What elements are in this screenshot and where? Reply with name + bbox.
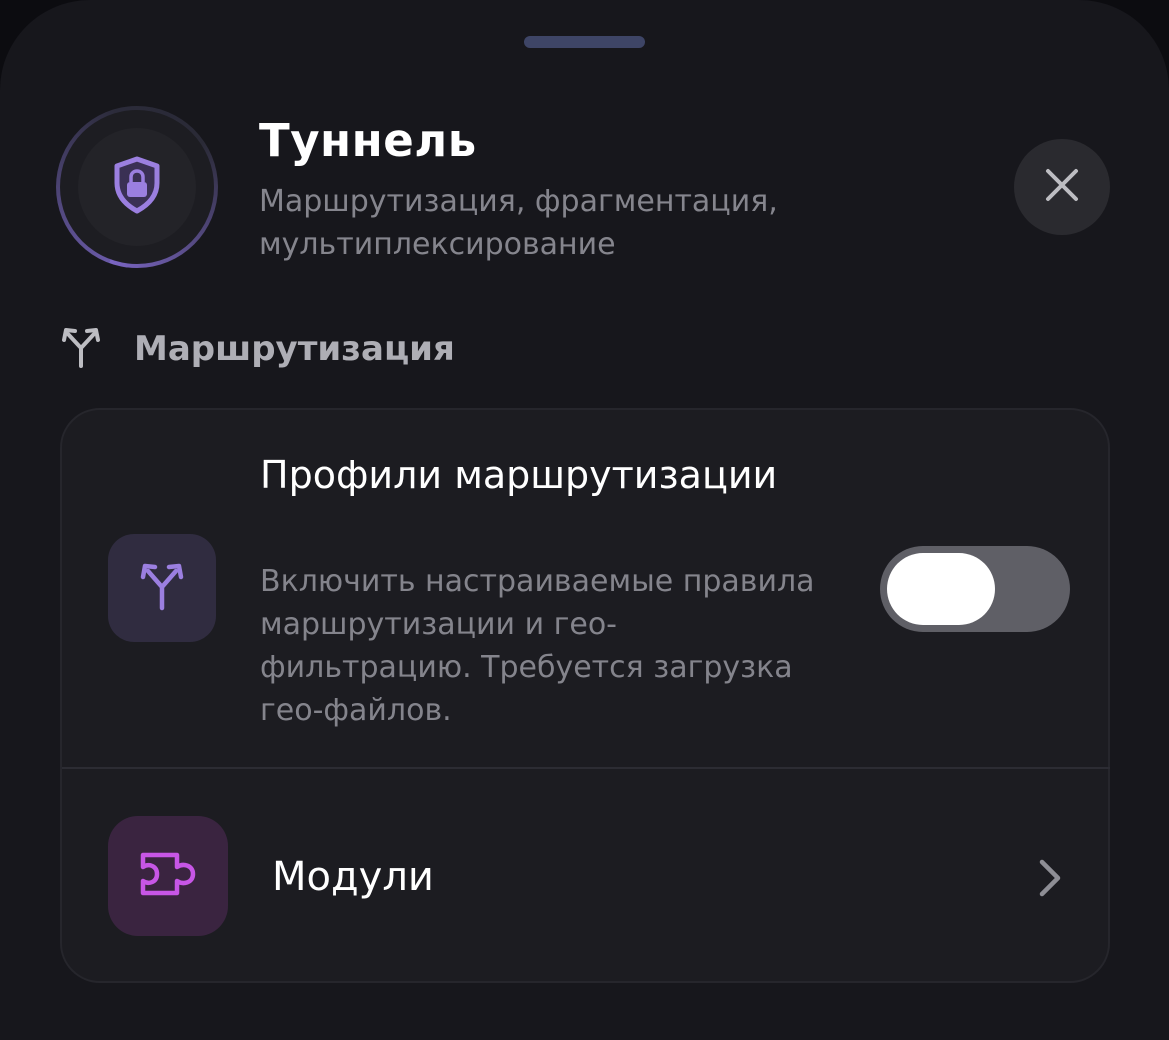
routing-profiles-toggle[interactable] xyxy=(880,546,1070,632)
sheet-grabber[interactable] xyxy=(524,36,645,48)
bottom-sheet: Туннель Маршрутизация, фрагментация, мул… xyxy=(0,0,1169,1040)
toggle-knob xyxy=(887,553,995,625)
routing-profiles-description: Включить настраиваемые правила маршрутиз… xyxy=(260,564,815,728)
section-label: Маршрутизация xyxy=(134,329,455,369)
routing-profiles-title: Профили маршрутизации xyxy=(260,453,778,497)
section-header-routing: Маршрутизация xyxy=(62,326,455,372)
page-title: Туннель xyxy=(259,114,477,167)
shield-lock-icon xyxy=(111,155,163,219)
route-split-icon xyxy=(140,561,184,615)
routing-profiles-icon-tile xyxy=(108,534,216,642)
chevron-right-icon xyxy=(1032,858,1066,898)
page-subtitle: Маршрутизация, фрагментация, мультиплекс… xyxy=(259,184,778,262)
hero-badge xyxy=(56,106,218,268)
close-icon xyxy=(1044,167,1080,207)
route-split-icon xyxy=(62,326,100,372)
close-button[interactable] xyxy=(1014,139,1110,235)
divider xyxy=(62,767,1110,769)
routing-card: Профили маршрутизации Включить настраива… xyxy=(60,408,1110,983)
modules-icon-tile xyxy=(108,816,228,936)
puzzle-icon xyxy=(137,849,199,903)
modules-label: Модули xyxy=(272,854,434,900)
